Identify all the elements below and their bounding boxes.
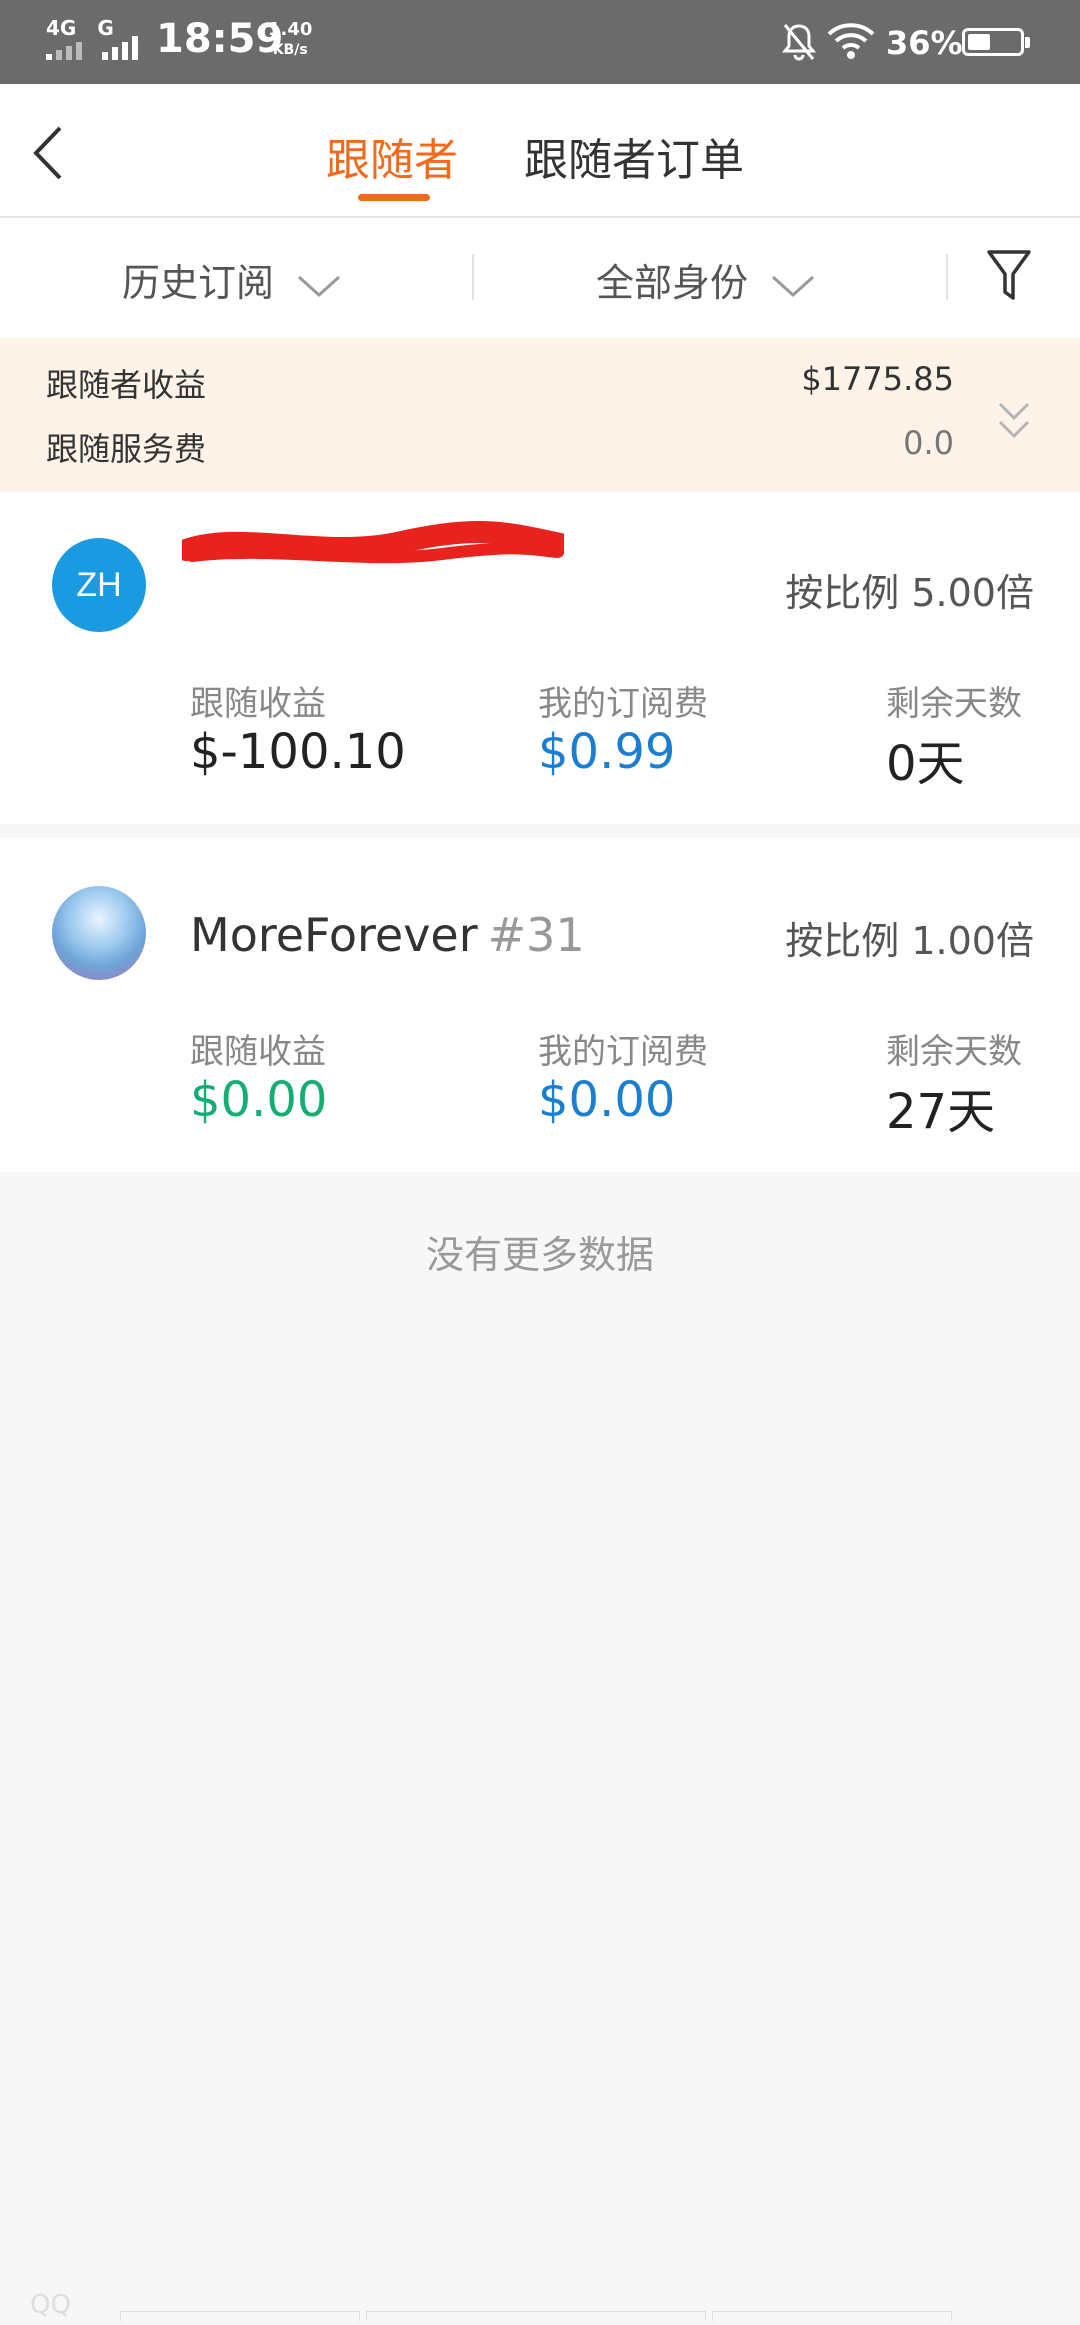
identity-label: 全部身份	[596, 261, 749, 305]
signal-icon	[46, 42, 82, 60]
stat-value-days-left: 0天	[886, 736, 965, 792]
battery-icon	[962, 28, 1030, 56]
follower-card[interactable]: ZH 按比例 5.00倍 跟随收益 $-100.10 我的订阅费 $0.99 剩…	[0, 492, 1080, 824]
signal-icon-2	[102, 36, 138, 60]
filter-funnel-icon[interactable]	[986, 248, 1032, 304]
bell-muted-icon	[782, 24, 816, 61]
follower-earnings-label: 跟随者收益	[46, 366, 207, 404]
history-subscription-filter[interactable]: 历史订阅	[122, 252, 342, 307]
redaction-scribble	[182, 521, 564, 564]
stat-label-subscription-fee: 我的订阅费	[538, 1032, 708, 1072]
net-speed-unit: KB/s	[272, 42, 308, 58]
follower-name: MoreForever	[190, 908, 478, 962]
follower-name-row: MoreForever #31	[190, 908, 585, 962]
follower-card[interactable]: MoreForever #31 按比例 1.00倍 跟随收益 $0.00 我的订阅…	[0, 838, 1080, 1172]
stat-label-days-left: 剩余天数	[886, 684, 1022, 724]
chevron-down-icon	[298, 275, 341, 297]
stat-label-days-left: 剩余天数	[886, 1032, 1022, 1072]
stat-value-subscription-fee: $0.99	[538, 724, 676, 780]
avatar: ZH	[52, 538, 146, 632]
avatar	[52, 886, 146, 980]
stat-label-earnings: 跟随收益	[190, 1032, 326, 1072]
network-type-4g: 4G	[46, 16, 77, 40]
tab-follower-orders[interactable]: 跟随者订单	[524, 124, 744, 188]
expand-double-chevron-icon[interactable]	[994, 396, 1034, 446]
earnings-summary: 跟随者收益 $1775.85 跟随服务费 0.0	[0, 338, 1080, 490]
follower-earnings-value: $1775.85	[801, 360, 954, 398]
net-speed-value: 1.40	[268, 19, 313, 40]
bottom-edge	[120, 2306, 960, 2321]
divider	[946, 254, 948, 300]
stat-label-earnings: 跟随收益	[190, 684, 326, 724]
tab-followers[interactable]: 跟随者	[326, 124, 458, 188]
stat-label-subscription-fee: 我的订阅费	[538, 684, 708, 724]
service-fee-value: 0.0	[903, 424, 954, 462]
filter-bar: 历史订阅 全部身份	[0, 218, 1080, 339]
back-arrow-icon[interactable]	[24, 118, 84, 188]
divider	[472, 254, 474, 300]
top-bar: 跟随者 跟随者订单	[0, 84, 1080, 218]
stat-value-earnings: $-100.10	[190, 724, 406, 780]
status-bar: 4G G 18:59 1.40 KB/s 36%	[0, 0, 1080, 84]
follow-ratio: 按比例 5.00倍	[785, 571, 1034, 615]
battery-percent: 36%	[886, 24, 963, 62]
network-indicator: 4G G	[46, 18, 114, 38]
stat-value-days-left: 27天	[886, 1084, 996, 1140]
chevron-down-icon	[772, 275, 815, 297]
stat-value-earnings: $0.00	[190, 1072, 328, 1128]
history-subscription-label: 历史订阅	[122, 261, 275, 305]
identity-filter[interactable]: 全部身份	[596, 252, 816, 307]
follow-ratio: 按比例 1.00倍	[785, 919, 1034, 963]
clock: 18:59	[156, 16, 284, 62]
no-more-data: 没有更多数据	[425, 1233, 654, 1277]
net-speed: 1.40 KB/s	[268, 20, 312, 60]
active-tab-indicator	[358, 194, 430, 201]
follower-number: #31	[487, 908, 585, 962]
wifi-icon	[827, 23, 875, 59]
service-fee-label: 跟随服务费	[46, 430, 207, 468]
stat-value-subscription-fee: $0.00	[538, 1072, 676, 1128]
